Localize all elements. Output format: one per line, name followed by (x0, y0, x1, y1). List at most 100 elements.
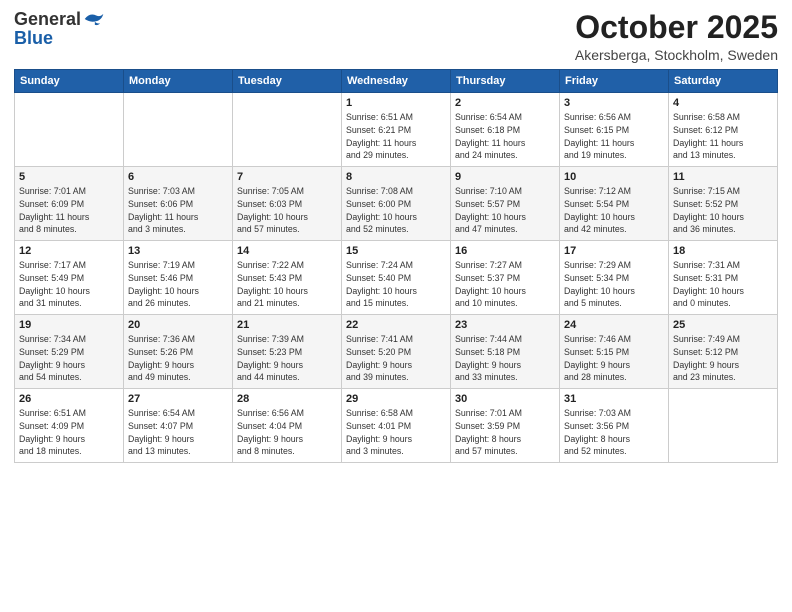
day-info: Sunrise: 7:03 AM Sunset: 6:06 PM Dayligh… (128, 185, 228, 236)
logo-blue-text: Blue (14, 28, 53, 49)
day-number: 31 (564, 393, 664, 405)
day-number: 17 (564, 245, 664, 257)
day-number: 7 (237, 171, 337, 183)
calendar-cell: 11 Sunrise: 7:15 AM Sunset: 5:52 PM Dayli… (669, 167, 778, 241)
weekday-header-sunday: Sunday (15, 70, 124, 93)
weekday-header-saturday: Saturday (669, 70, 778, 93)
calendar-cell (233, 93, 342, 167)
day-info: Sunrise: 7:01 AM Sunset: 6:09 PM Dayligh… (19, 185, 119, 236)
day-number: 25 (673, 319, 773, 331)
calendar-cell (669, 389, 778, 463)
day-info: Sunrise: 6:56 AM Sunset: 4:04 PM Dayligh… (237, 407, 337, 458)
calendar-cell: 28 Sunrise: 6:56 AM Sunset: 4:04 PM Dayli… (233, 389, 342, 463)
logo-bird-icon (83, 10, 105, 28)
day-info: Sunrise: 7:31 AM Sunset: 5:31 PM Dayligh… (673, 259, 773, 310)
day-info: Sunrise: 7:27 AM Sunset: 5:37 PM Dayligh… (455, 259, 555, 310)
day-info: Sunrise: 7:22 AM Sunset: 5:43 PM Dayligh… (237, 259, 337, 310)
calendar-table: SundayMondayTuesdayWednesdayThursdayFrid… (14, 69, 778, 463)
day-number: 9 (455, 171, 555, 183)
day-info: Sunrise: 6:56 AM Sunset: 6:15 PM Dayligh… (564, 111, 664, 162)
calendar-row: 1Sunrise: 6:51 AM Sunset: 6:21 PM Daylig… (15, 93, 778, 167)
calendar-cell: 8 Sunrise: 7:08 AM Sunset: 6:00 PM Daylig… (342, 167, 451, 241)
day-info: Sunrise: 7:41 AM Sunset: 5:20 PM Dayligh… (346, 333, 446, 384)
calendar-cell: 4 Sunrise: 6:58 AM Sunset: 6:12 PM Daylig… (669, 93, 778, 167)
day-info: Sunrise: 7:19 AM Sunset: 5:46 PM Dayligh… (128, 259, 228, 310)
day-info: Sunrise: 7:10 AM Sunset: 5:57 PM Dayligh… (455, 185, 555, 236)
day-info: Sunrise: 7:01 AM Sunset: 3:59 PM Dayligh… (455, 407, 555, 458)
calendar-cell (124, 93, 233, 167)
day-number: 30 (455, 393, 555, 405)
day-number: 19 (19, 319, 119, 331)
month-title: October 2025 (575, 10, 778, 45)
day-info: Sunrise: 7:05 AM Sunset: 6:03 PM Dayligh… (237, 185, 337, 236)
day-info: Sunrise: 6:51 AM Sunset: 4:09 PM Dayligh… (19, 407, 119, 458)
calendar-cell (15, 93, 124, 167)
logo-general-text: General (14, 10, 81, 28)
calendar-cell: 13 Sunrise: 7:19 AM Sunset: 5:46 PM Dayli… (124, 241, 233, 315)
calendar-cell: 31 Sunrise: 7:03 AM Sunset: 3:56 PM Dayli… (560, 389, 669, 463)
weekday-header-thursday: Thursday (451, 70, 560, 93)
day-info: Sunrise: 7:34 AM Sunset: 5:29 PM Dayligh… (19, 333, 119, 384)
calendar-cell: 24Sunrise: 7:46 AM Sunset: 5:15 PM Dayli… (560, 315, 669, 389)
day-info: Sunrise: 7:03 AM Sunset: 3:56 PM Dayligh… (564, 407, 664, 458)
day-number: 16 (455, 245, 555, 257)
day-number: 18 (673, 245, 773, 257)
day-info: Sunrise: 7:08 AM Sunset: 6:00 PM Dayligh… (346, 185, 446, 236)
day-info: Sunrise: 7:36 AM Sunset: 5:26 PM Dayligh… (128, 333, 228, 384)
header: General Blue October 2025 Akersberga, St… (14, 10, 778, 63)
calendar-cell: 27 Sunrise: 6:54 AM Sunset: 4:07 PM Dayli… (124, 389, 233, 463)
day-number: 26 (19, 393, 119, 405)
calendar-cell: 17 Sunrise: 7:29 AM Sunset: 5:34 PM Dayli… (560, 241, 669, 315)
weekday-header-friday: Friday (560, 70, 669, 93)
day-number: 1 (346, 97, 446, 109)
calendar-row: 19 Sunrise: 7:34 AM Sunset: 5:29 PM Dayli… (15, 315, 778, 389)
calendar-cell: 14 Sunrise: 7:22 AM Sunset: 5:43 PM Dayli… (233, 241, 342, 315)
day-number: 13 (128, 245, 228, 257)
day-info: Sunrise: 7:49 AM Sunset: 5:12 PM Dayligh… (673, 333, 773, 384)
calendar-header-row: SundayMondayTuesdayWednesdayThursdayFrid… (15, 70, 778, 93)
calendar-cell: 22 Sunrise: 7:41 AM Sunset: 5:20 PM Dayli… (342, 315, 451, 389)
calendar-cell: 19 Sunrise: 7:34 AM Sunset: 5:29 PM Dayli… (15, 315, 124, 389)
day-info: Sunrise: 6:54 AM Sunset: 6:18 PM Dayligh… (455, 111, 555, 162)
calendar-cell: 16 Sunrise: 7:27 AM Sunset: 5:37 PM Dayli… (451, 241, 560, 315)
day-info: Sunrise: 7:39 AM Sunset: 5:23 PM Dayligh… (237, 333, 337, 384)
day-number: 14 (237, 245, 337, 257)
day-number: 2 (455, 97, 555, 109)
day-info: Sunrise: 6:54 AM Sunset: 4:07 PM Dayligh… (128, 407, 228, 458)
day-number: 11 (673, 171, 773, 183)
calendar-cell: 29 Sunrise: 6:58 AM Sunset: 4:01 PM Dayli… (342, 389, 451, 463)
day-info: Sunrise: 7:44 AM Sunset: 5:18 PM Dayligh… (455, 333, 555, 384)
calendar-cell: 15Sunrise: 7:24 AM Sunset: 5:40 PM Dayli… (342, 241, 451, 315)
day-info: Sunrise: 7:12 AM Sunset: 5:54 PM Dayligh… (564, 185, 664, 236)
day-number: 22 (346, 319, 446, 331)
calendar-cell: 20Sunrise: 7:36 AM Sunset: 5:26 PM Dayli… (124, 315, 233, 389)
day-number: 27 (128, 393, 228, 405)
day-number: 3 (564, 97, 664, 109)
calendar-cell: 7 Sunrise: 7:05 AM Sunset: 6:03 PM Daylig… (233, 167, 342, 241)
calendar-cell: 3 Sunrise: 6:56 AM Sunset: 6:15 PM Daylig… (560, 93, 669, 167)
day-info: Sunrise: 7:29 AM Sunset: 5:34 PM Dayligh… (564, 259, 664, 310)
calendar-cell: 26 Sunrise: 6:51 AM Sunset: 4:09 PM Dayli… (15, 389, 124, 463)
calendar-cell: 10 Sunrise: 7:12 AM Sunset: 5:54 PM Dayli… (560, 167, 669, 241)
day-number: 29 (346, 393, 446, 405)
day-info: Sunrise: 6:58 AM Sunset: 6:12 PM Dayligh… (673, 111, 773, 162)
day-number: 4 (673, 97, 773, 109)
weekday-header-monday: Monday (124, 70, 233, 93)
day-number: 15 (346, 245, 446, 257)
day-number: 23 (455, 319, 555, 331)
calendar-cell: 25 Sunrise: 7:49 AM Sunset: 5:12 PM Dayli… (669, 315, 778, 389)
calendar-row: 12Sunrise: 7:17 AM Sunset: 5:49 PM Dayli… (15, 241, 778, 315)
calendar-cell: 23 Sunrise: 7:44 AM Sunset: 5:18 PM Dayli… (451, 315, 560, 389)
day-number: 8 (346, 171, 446, 183)
calendar-cell: 6Sunrise: 7:03 AM Sunset: 6:06 PM Daylig… (124, 167, 233, 241)
day-number: 10 (564, 171, 664, 183)
calendar-cell: 1Sunrise: 6:51 AM Sunset: 6:21 PM Daylig… (342, 93, 451, 167)
day-info: Sunrise: 6:58 AM Sunset: 4:01 PM Dayligh… (346, 407, 446, 458)
day-number: 28 (237, 393, 337, 405)
calendar-cell: 18 Sunrise: 7:31 AM Sunset: 5:31 PM Dayli… (669, 241, 778, 315)
day-info: Sunrise: 7:17 AM Sunset: 5:49 PM Dayligh… (19, 259, 119, 310)
calendar-cell: 30 Sunrise: 7:01 AM Sunset: 3:59 PM Dayli… (451, 389, 560, 463)
title-block: October 2025 Akersberga, Stockholm, Swed… (575, 10, 778, 63)
day-info: Sunrise: 7:15 AM Sunset: 5:52 PM Dayligh… (673, 185, 773, 236)
calendar-cell: 21Sunrise: 7:39 AM Sunset: 5:23 PM Dayli… (233, 315, 342, 389)
